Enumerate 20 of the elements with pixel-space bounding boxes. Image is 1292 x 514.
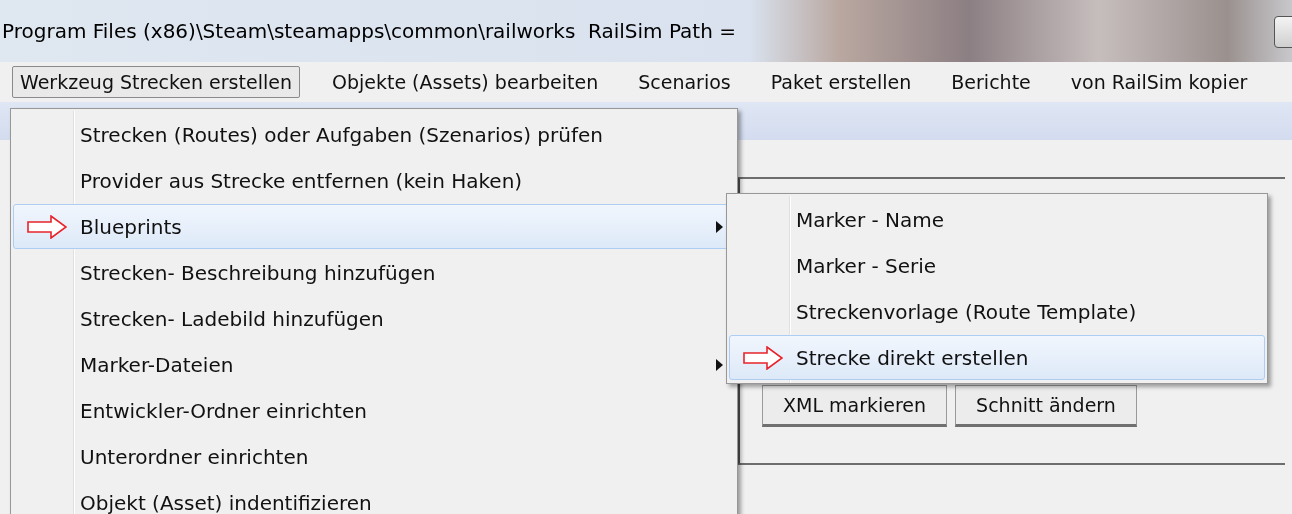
menu-bar-item[interactable]: Paket erstellen <box>762 66 920 98</box>
submenu-arrow-icon <box>715 358 723 371</box>
pointer-arrow-icon <box>743 345 783 370</box>
menu-item[interactable]: Entwickler-Ordner einrichten <box>13 388 735 433</box>
menu-bar-item[interactable]: von RailSim kopier <box>1062 66 1256 98</box>
menu-item[interactable]: Objekt (Asset) indentifizieren <box>13 480 735 514</box>
pointer-arrow-icon <box>27 214 67 239</box>
menu-item[interactable]: Streckenvorlage (Route Template) <box>729 289 1265 334</box>
window-control-button[interactable] <box>1274 16 1292 48</box>
submenu-arrow-icon <box>715 220 723 233</box>
menu-bar-item[interactable]: Scenarios <box>630 66 739 98</box>
menu-item[interactable]: Unterordner einrichten <box>13 434 735 479</box>
menu-bar-item[interactable]: Berichte <box>943 66 1039 98</box>
menu-item[interactable]: Strecken (Routes) oder Aufgaben (Szenarios) prüfen <box>13 112 735 157</box>
menu-bar-item[interactable]: Werkzeug Strecken erstellen <box>12 66 300 98</box>
menu-item[interactable]: Strecke direkt erstellen <box>729 335 1265 380</box>
panel-button[interactable]: Schnitt ändern <box>955 385 1137 427</box>
panel-button[interactable]: XML markieren <box>762 385 948 427</box>
window-title: Program Files (x86)\Steam\steamapps\common\railworks RailSim Path = <box>1 19 736 43</box>
menu-bar-item[interactable]: Objekte (Assets) bearbeiten <box>323 66 607 98</box>
